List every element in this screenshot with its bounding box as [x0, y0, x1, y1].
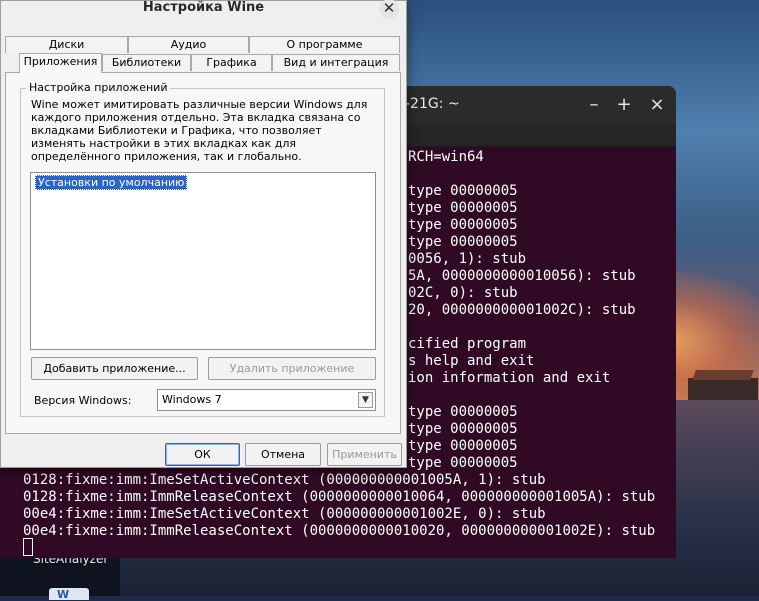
dialog-title: Настройка Wine — [142, 0, 265, 15]
close-icon[interactable]: ✕ — [379, 0, 399, 19]
tab-desktop-integration[interactable]: Вид и интеграция — [272, 54, 400, 71]
terminal-close-button[interactable]: × — [644, 92, 670, 118]
terminal-line: type 00000005 — [408, 200, 518, 216]
windows-version-select[interactable]: Windows 7 ▼ — [157, 389, 376, 411]
terminal-line: type 00000005 — [408, 183, 518, 199]
terminal-line: type 00000005 — [408, 404, 518, 420]
tab-libraries[interactable]: Библиотеки — [102, 54, 191, 71]
windows-version-label: Версия Windows: — [34, 394, 132, 407]
description-text: Wine может имитировать различные версии … — [31, 98, 368, 163]
windows-version-value: Windows 7 — [162, 393, 222, 406]
list-item-default-settings[interactable]: Установки по умолчанию — [35, 175, 188, 190]
wallpaper-pier — [688, 378, 758, 400]
terminal-line: 0128:fixme:imm:ImmReleaseContext (000000… — [23, 489, 656, 505]
tab-graphics[interactable]: Графика — [191, 54, 272, 71]
application-list[interactable] — [30, 172, 376, 350]
terminal-line: s help and exit — [408, 353, 535, 369]
terminal-line: 02C, 0): stub — [408, 285, 518, 301]
wallpaper-water — [676, 400, 759, 596]
terminal-line: 20, 000000000001002C): stub — [408, 302, 636, 318]
terminal-line: RCH=win64 — [408, 149, 484, 165]
maximize-button[interactable]: + — [611, 92, 637, 118]
terminal-line: type 00000005 — [408, 421, 518, 437]
terminal-title: -21G: ~ — [405, 96, 460, 112]
terminal-line: ion information and exit — [408, 370, 611, 386]
terminal-line: 00e4:fixme:imm:ImeSetActiveContext (0000… — [23, 506, 546, 522]
chevron-down-icon[interactable]: ▼ — [358, 392, 373, 408]
terminal-line: cified program — [408, 336, 527, 352]
remove-application-button[interactable]: Удалить приложение — [208, 357, 376, 380]
add-application-button[interactable]: Добавить приложение... — [31, 357, 198, 380]
terminal-line: 0128:fixme:imm:ImeSetActiveContext (0000… — [23, 472, 546, 488]
tab-audio[interactable]: Аудио — [128, 36, 249, 53]
terminal-line: 5A, 0000000000010056): stub — [408, 268, 636, 284]
tab-disks[interactable]: Диски — [5, 36, 128, 53]
wine-config-dialog[interactable]: Настройка Wine ✕ Диски Аудио О программе… — [0, 0, 407, 468]
terminal-line: 00e4:fixme:imm:ImmReleaseContext (000000… — [23, 523, 656, 539]
terminal-cursor — [23, 538, 33, 556]
terminal-line: type 00000005 — [408, 438, 518, 454]
terminal-line: type 00000005 — [408, 455, 518, 471]
terminal-line: 0056, 1): stub — [408, 251, 527, 267]
terminal-line: type 00000005 — [408, 217, 518, 233]
group-title: Настройка приложений — [26, 81, 171, 94]
tab-applications[interactable]: Приложения — [19, 53, 102, 73]
terminal-line: type 00000005 — [408, 234, 518, 250]
cancel-button[interactable]: Отмена — [245, 443, 321, 466]
desktop-icon-word[interactable]: W — [49, 588, 89, 601]
minimize-button[interactable]: – — [581, 92, 607, 118]
apply-button[interactable]: Применить — [327, 443, 402, 466]
ok-button[interactable]: ОК — [165, 443, 240, 466]
tab-about[interactable]: О программе — [249, 36, 400, 53]
